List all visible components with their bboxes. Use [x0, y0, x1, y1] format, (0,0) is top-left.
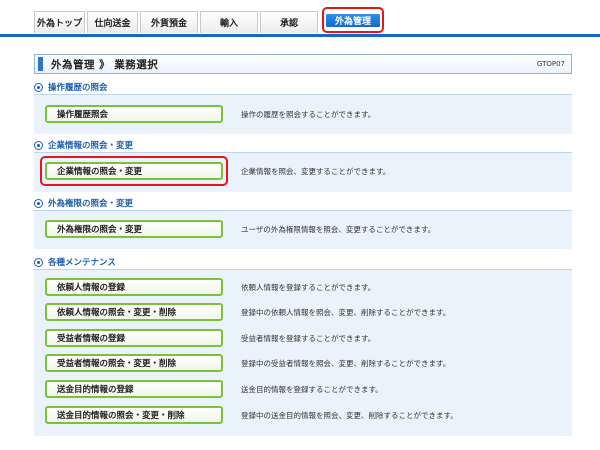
item-description: 依頼人情報を登録することができます。: [241, 282, 376, 292]
item-description: 送金目的情報を登録することができます。: [241, 384, 383, 394]
page-title-bar: 外為管理 》 業務選択 GTOP07: [34, 54, 572, 74]
button-label: 依頼人情報の登録: [57, 283, 126, 293]
operation-history-button[interactable]: 操作履歴照会: [45, 105, 223, 123]
tab-underline: [0, 34, 600, 37]
page-title: 外為管理 》 業務選択: [51, 58, 159, 71]
button-label: 送金目的情報の登録: [57, 385, 134, 395]
section-heading-text: 操作履歴の照会: [48, 83, 108, 93]
tab-shonin[interactable]: 承認: [260, 11, 318, 33]
item-description: 登録中の送金目的情報を照会、変更、削除することができます。: [241, 410, 458, 420]
requester-register-button[interactable]: 依頼人情報の登録: [45, 278, 223, 296]
top-tab-bar: 外為トップ 仕向送金 外貨預金 輸入 承認 外為管理: [34, 7, 386, 33]
button-label: 操作履歴照会: [57, 110, 109, 120]
item-description: 操作の履歴を照会することができます。: [241, 109, 376, 119]
section-heading-company-info: 企業情報の照会・変更: [34, 139, 133, 151]
section-heading-text: 各種メンテナンス: [48, 258, 116, 268]
tab-label: 外為トップ: [36, 19, 82, 29]
purpose-register-button[interactable]: 送金目的情報の登録: [45, 380, 223, 398]
company-info-button[interactable]: 企業情報の照会・変更: [45, 162, 223, 180]
item-description: 登録中の依頼人情報を照会、変更、削除することができます。: [241, 307, 451, 317]
section-heading-text: 企業情報の照会・変更: [48, 141, 134, 151]
tab-label: 外貨預金: [150, 19, 187, 29]
item-description: 企業情報を照会、変更することができます。: [241, 166, 391, 176]
tab-label: 承認: [279, 19, 298, 29]
tab-gaitame-kanri-highlight: 外為管理: [322, 7, 384, 33]
section-heading-operation-history: 操作履歴の照会: [34, 81, 108, 93]
requester-edit-button[interactable]: 依頼人情報の照会・変更・削除: [45, 303, 223, 321]
tab-label: 外為管理: [334, 16, 371, 27]
item-description: 受益者情報を登録することができます。: [241, 333, 376, 343]
button-label: 企業情報の照会・変更: [57, 167, 143, 177]
button-label: 外為権限の照会・変更: [57, 225, 143, 235]
beneficiary-register-button[interactable]: 受益者情報の登録: [45, 329, 223, 347]
button-label: 受益者情報の照会・変更・削除: [57, 359, 177, 369]
tab-gaitame-top[interactable]: 外為トップ: [34, 11, 85, 33]
section-heading-text: 外為権限の照会・変更: [48, 199, 134, 209]
section-heading-maintenance: 各種メンテナンス: [34, 256, 116, 268]
tab-shimuke-sokin[interactable]: 仕向送金: [87, 11, 138, 33]
tab-gaitame-kanri[interactable]: 外為管理: [326, 13, 380, 27]
beneficiary-edit-button[interactable]: 受益者情報の照会・変更・削除: [45, 354, 223, 372]
item-description: 登録中の受益者情報を照会、変更、削除することができます。: [241, 358, 451, 368]
bullet-icon: [34, 198, 43, 208]
purpose-edit-button[interactable]: 送金目的情報の照会・変更・削除: [45, 406, 223, 424]
button-label: 受益者情報の登録: [57, 334, 126, 344]
tab-yunyu[interactable]: 輸入: [200, 11, 258, 33]
button-label: 送金目的情報の照会・変更・削除: [57, 411, 185, 421]
button-label: 依頼人情報の照会・変更・削除: [57, 308, 177, 318]
section-heading-fx-authority: 外為権限の照会・変更: [34, 197, 133, 209]
tab-label: 輸入: [219, 19, 238, 29]
bullet-icon: [34, 140, 43, 150]
bullet-icon: [34, 82, 43, 92]
tab-gaika-yokin[interactable]: 外貨預金: [140, 11, 198, 33]
item-description: ユーザの外為権限情報を照会、変更することができます。: [241, 224, 436, 234]
bullet-icon: [34, 257, 43, 267]
title-marker: [38, 57, 43, 71]
fx-authority-button[interactable]: 外為権限の照会・変更: [45, 220, 223, 238]
screen-code: GTOP07: [536, 60, 565, 68]
tab-label: 仕向送金: [94, 19, 131, 29]
